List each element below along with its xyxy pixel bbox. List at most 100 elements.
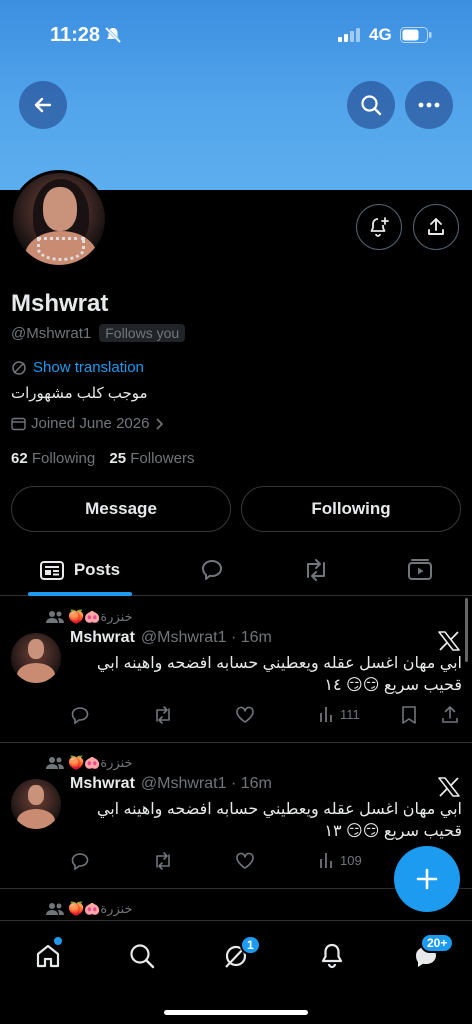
reposted-by-name: خنزرة (100, 901, 133, 916)
messages-badge: 20+ (420, 933, 455, 953)
post-handle-time: @Mshwrat1 · 16m (140, 775, 272, 792)
tab-posts[interactable]: Posts (28, 544, 132, 596)
post-share-button[interactable] (440, 705, 460, 725)
notifications-button[interactable] (356, 204, 402, 250)
views-button[interactable]: 109 (318, 851, 362, 869)
profile-tabs: Posts (0, 544, 472, 596)
tab-replies[interactable] (192, 544, 232, 596)
show-translation-label: Show translation (33, 359, 144, 376)
post-text: ابي مهان اغسل عقله ويعطيني حسابه افضحه و… (96, 801, 462, 840)
reposted-by-name: خنزرة (100, 755, 133, 770)
arrow-left-icon (34, 97, 52, 113)
post-header: Mshwrat @Mshwrat1 · 16m (70, 629, 272, 647)
post-author[interactable]: Mshwrat (70, 629, 135, 647)
repost-icon (307, 559, 325, 581)
nav-search[interactable] (122, 939, 162, 973)
compose-button[interactable] (394, 846, 460, 912)
search-icon (361, 95, 382, 116)
show-translation-link[interactable]: Show translation (11, 359, 144, 376)
nav-messages[interactable]: 20+ (406, 933, 455, 973)
following-count-link[interactable]: 62 Following (11, 450, 95, 467)
reposted-by: 🍑🐽 خنزرة (46, 755, 133, 771)
tab-posts-label: Posts (73, 560, 121, 579)
network-type: 4G (369, 25, 392, 44)
views-icon (320, 707, 332, 722)
repost-icon (156, 852, 170, 870)
joined-label: Joined June 2026 (31, 415, 150, 432)
calendar-icon (11, 417, 26, 431)
nav-grok[interactable]: 1 (216, 935, 261, 973)
post-avatar[interactable] (11, 633, 61, 683)
people-icon (46, 903, 64, 915)
views-count: 109 (340, 852, 362, 868)
bookmark-button[interactable] (400, 705, 418, 725)
post-handle-time: @Mshwrat1 · 16m (140, 629, 272, 646)
home-unread-dot (54, 937, 62, 945)
tab-reposts[interactable] (296, 544, 336, 596)
x-logo-icon (438, 777, 460, 797)
more-options-button[interactable] (405, 81, 453, 129)
people-icon (46, 611, 64, 623)
like-button[interactable] (235, 851, 255, 871)
repost-icon (156, 706, 170, 724)
post-actions: 111 (70, 705, 462, 729)
profile-name: Mshwrat (11, 290, 109, 317)
more-icon (418, 102, 440, 108)
views-icon (320, 853, 332, 868)
following-button[interactable]: Following (241, 486, 461, 532)
post-author[interactable]: Mshwrat (70, 775, 135, 793)
plus-icon (416, 868, 438, 890)
reposted-by: 🍑🐽 خنزرة (46, 901, 133, 917)
status-time: 11:28 (50, 24, 101, 46)
profile-handle: @Mshwrat1 (11, 324, 92, 342)
reposted-by: 🍑🐽 خنزرة (46, 609, 133, 625)
heart-icon (236, 706, 254, 723)
media-icon (408, 559, 432, 580)
back-button[interactable] (19, 81, 67, 129)
share-button[interactable] (413, 204, 459, 250)
people-icon (46, 757, 64, 769)
views-count: 111 (340, 706, 360, 722)
home-indicator (164, 1010, 308, 1015)
follows-you-badge: Follows you (99, 324, 186, 342)
bell-icon (321, 943, 343, 969)
handle-row: @Mshwrat1 Follows you (11, 324, 186, 342)
reply-bubble-icon (202, 560, 222, 580)
like-button[interactable] (235, 705, 255, 725)
active-tab-indicator (28, 592, 132, 596)
profile-avatar[interactable] (10, 170, 108, 268)
post-item[interactable]: 🍑🐽 خنزرة Mshwrat @Mshwrat1 · 16m ابي مها… (0, 597, 472, 743)
reply-icon (71, 707, 89, 725)
message-button[interactable]: Message (11, 486, 231, 532)
views-button[interactable]: 111 (318, 705, 360, 723)
home-icon (36, 944, 60, 968)
nav-home[interactable] (28, 937, 68, 973)
signal-icon (338, 28, 360, 42)
profile-bio: موجب كلب مشهورات (11, 385, 148, 402)
joined-date: Joined June 2026 (11, 415, 164, 432)
chevron-right-icon[interactable] (155, 417, 164, 430)
heart-icon (236, 852, 254, 869)
follow-counts: 62 Following 25 Followers (11, 450, 194, 467)
post-avatar[interactable] (11, 779, 61, 829)
share-icon (428, 218, 444, 235)
nav-notifications[interactable] (312, 939, 352, 973)
bottom-navigation: 1 20+ (0, 920, 472, 1024)
translate-icon (12, 360, 26, 375)
followers-count-link[interactable]: 25 Followers (109, 450, 194, 467)
reply-icon (71, 853, 89, 871)
repost-button[interactable] (152, 851, 174, 871)
reposted-by-name: خنزرة (100, 609, 133, 624)
bell-plus-icon (370, 217, 389, 237)
tab-media[interactable] (400, 544, 440, 596)
x-logo-icon (438, 631, 460, 651)
reply-button[interactable] (70, 851, 90, 871)
grok-badge: 1 (240, 935, 261, 955)
silent-bell-icon (104, 26, 122, 44)
repost-button[interactable] (152, 705, 174, 725)
search-button[interactable] (347, 81, 395, 129)
bookmark-icon (402, 706, 416, 724)
posts-icon (39, 561, 64, 580)
battery-icon (400, 27, 432, 43)
reply-button[interactable] (70, 705, 90, 725)
